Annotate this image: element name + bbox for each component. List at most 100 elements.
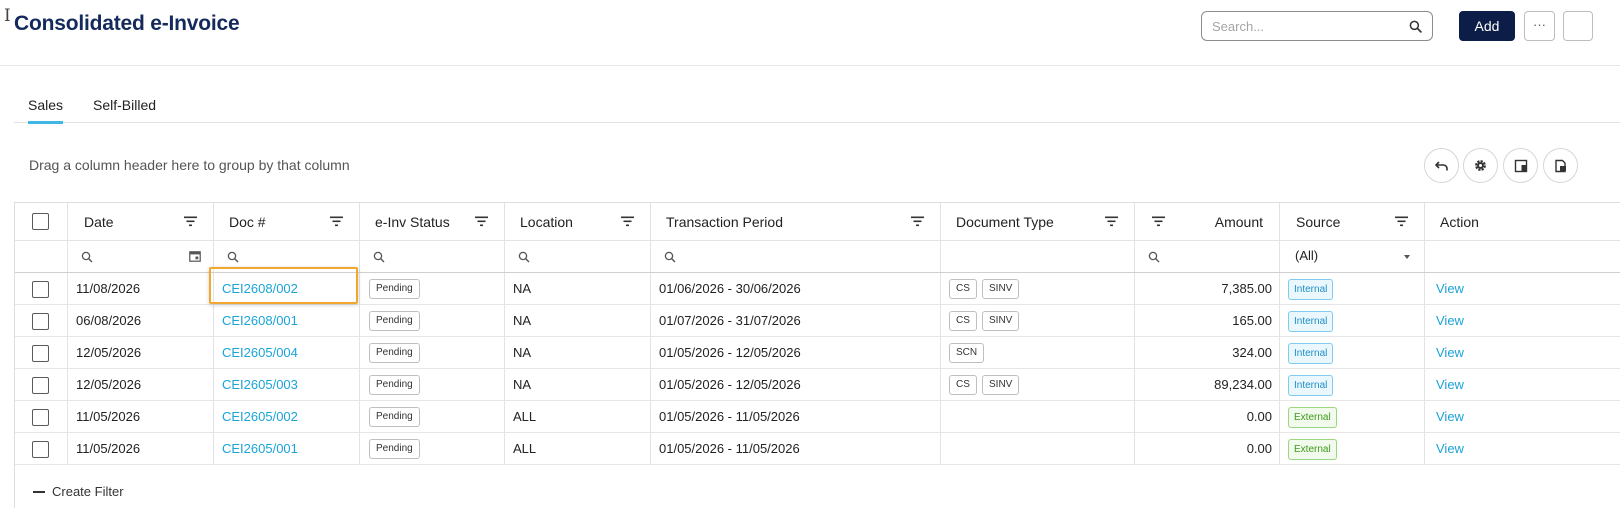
cell-status: Pending <box>360 433 505 464</box>
col-transaction-period-label: Transaction Period <box>666 214 783 230</box>
header-col-action[interactable]: Action <box>1425 203 1620 240</box>
more-options-button[interactable]: ··· <box>1524 11 1555 41</box>
cell-doctype: SCN <box>941 337 1135 368</box>
search-input[interactable] <box>1212 17 1402 35</box>
cell-doctype <box>941 433 1135 464</box>
header-col-doc-number[interactable]: Doc # <box>214 203 360 240</box>
select-all-cell[interactable] <box>15 203 68 240</box>
column-filter-icon[interactable] <box>911 216 924 227</box>
row-checkbox[interactable] <box>32 281 49 298</box>
filter-col-amount[interactable] <box>1135 241 1280 272</box>
row-checkbox[interactable] <box>32 409 49 426</box>
cell-amount: 7,385.00 <box>1135 273 1280 304</box>
tab-bar: Sales Self-Billed <box>14 88 1620 124</box>
header-col-source[interactable]: Source <box>1280 203 1425 240</box>
tab-sales[interactable]: Sales <box>28 97 64 124</box>
undo-button[interactable] <box>1424 148 1459 183</box>
doc-number-link[interactable]: CEI2605/004 <box>222 345 298 360</box>
select-all-checkbox[interactable] <box>32 213 49 230</box>
row-checkbox[interactable] <box>32 345 49 362</box>
add-button[interactable]: Add <box>1459 11 1515 41</box>
view-link[interactable]: View <box>1436 345 1464 360</box>
amount-value: 89,234.00 <box>1214 377 1272 392</box>
search-box[interactable] <box>1201 11 1433 41</box>
amount-value: 7,385.00 <box>1221 281 1272 296</box>
table-row[interactable]: 12/05/2026 CEI2605/003 Pending NA 01/05/2026… <box>15 369 1620 401</box>
filter-col-einv-status[interactable] <box>360 241 505 272</box>
filter-search-icon <box>373 251 385 263</box>
row-checkbox[interactable] <box>32 313 49 330</box>
view-link[interactable]: View <box>1436 409 1464 424</box>
period-value: 01/05/2026 - 12/05/2026 <box>659 345 801 360</box>
cell-amount: 324.00 <box>1135 337 1280 368</box>
export-button[interactable] <box>1543 148 1578 183</box>
header-col-einv-status[interactable]: e-Inv Status <box>360 203 505 240</box>
column-filter-icon[interactable] <box>1105 216 1118 227</box>
doc-number-link[interactable]: CEI2605/001 <box>222 441 298 456</box>
row-checkbox[interactable] <box>32 377 49 394</box>
calendar-icon[interactable] <box>189 250 201 262</box>
col-amount-label: Amount <box>1214 214 1263 230</box>
filter-col-location[interactable] <box>505 241 651 272</box>
period-value: 01/05/2026 - 11/05/2026 <box>659 441 800 456</box>
date-value: 12/05/2026 <box>76 345 142 360</box>
filter-col-action[interactable] <box>1425 241 1620 272</box>
row-checkbox[interactable] <box>32 441 49 458</box>
filter-cell-select[interactable] <box>15 241 68 272</box>
filter-col-transaction-period[interactable] <box>651 241 941 272</box>
cell-select <box>15 273 68 304</box>
cell-doc: CEI2605/003 <box>214 369 360 400</box>
table-row[interactable]: 12/05/2026 CEI2605/004 Pending NA 01/05/2026… <box>15 337 1620 369</box>
cell-doctype: CS SINV <box>941 273 1135 304</box>
location-value: NA <box>513 345 532 360</box>
source-badge: External <box>1288 407 1337 428</box>
cell-date: 12/05/2026 <box>68 337 214 368</box>
column-filter-icon[interactable] <box>184 216 197 227</box>
filter-col-source[interactable]: (All) <box>1280 241 1425 272</box>
cell-select <box>15 337 68 368</box>
column-filter-icon[interactable] <box>1395 216 1408 227</box>
header-col-document-type[interactable]: Document Type <box>941 203 1135 240</box>
column-filter-icon[interactable] <box>621 216 634 227</box>
cell-doctype: CS SINV <box>941 305 1135 336</box>
cell-action: View <box>1425 369 1620 400</box>
cell-date: 11/05/2026 <box>68 433 214 464</box>
tab-self-billed[interactable]: Self-Billed <box>93 97 156 113</box>
overflow-button[interactable] <box>1563 11 1593 41</box>
filter-col-date[interactable] <box>68 241 214 272</box>
header-col-amount[interactable]: Amount <box>1135 203 1280 240</box>
header-col-transaction-period[interactable]: Transaction Period <box>651 203 941 240</box>
cell-action: View <box>1425 433 1620 464</box>
header-col-location[interactable]: Location <box>505 203 651 240</box>
chevron-down-icon[interactable] <box>1404 255 1410 259</box>
cell-source: Internal <box>1280 337 1425 368</box>
view-link[interactable]: View <box>1436 441 1464 456</box>
cell-date: 11/08/2026 <box>68 273 214 304</box>
source-badge: Internal <box>1288 375 1334 396</box>
column-chooser-button[interactable] <box>1503 148 1538 183</box>
column-filter-icon[interactable] <box>1152 216 1165 227</box>
view-link[interactable]: View <box>1436 313 1464 328</box>
table-row[interactable]: 06/08/2026 CEI2608/001 Pending NA 01/07/2026… <box>15 305 1620 337</box>
grid-header-row: Date Doc # e-Inv Status Location Transaction… <box>15 203 1620 241</box>
doc-number-link[interactable]: CEI2605/002 <box>222 409 298 424</box>
document-type-tag: SCN <box>949 343 985 363</box>
table-row[interactable]: 11/05/2026 CEI2605/001 Pending ALL 01/05/202… <box>15 433 1620 465</box>
top-bar: I Consolidated e-Invoice Add ··· <box>0 0 1620 66</box>
filter-col-document-type[interactable] <box>941 241 1135 272</box>
document-type-tag: CS <box>949 311 977 331</box>
header-col-date[interactable]: Date <box>68 203 214 240</box>
doc-number-link[interactable]: CEI2605/003 <box>222 377 298 392</box>
view-link[interactable]: View <box>1436 377 1464 392</box>
column-filter-icon[interactable] <box>330 216 343 227</box>
settings-button[interactable] <box>1463 148 1498 183</box>
more-icon: ··· <box>1533 17 1546 32</box>
search-icon[interactable] <box>1409 20 1422 33</box>
cell-action: View <box>1425 401 1620 432</box>
table-row[interactable]: 11/05/2026 CEI2605/002 Pending ALL 01/05/202… <box>15 401 1620 433</box>
view-link[interactable]: View <box>1436 281 1464 296</box>
source-filter-select[interactable]: (All) <box>1295 248 1318 263</box>
doc-number-link[interactable]: CEI2608/001 <box>222 313 298 328</box>
export-icon <box>1554 159 1566 172</box>
column-filter-icon[interactable] <box>475 216 488 227</box>
